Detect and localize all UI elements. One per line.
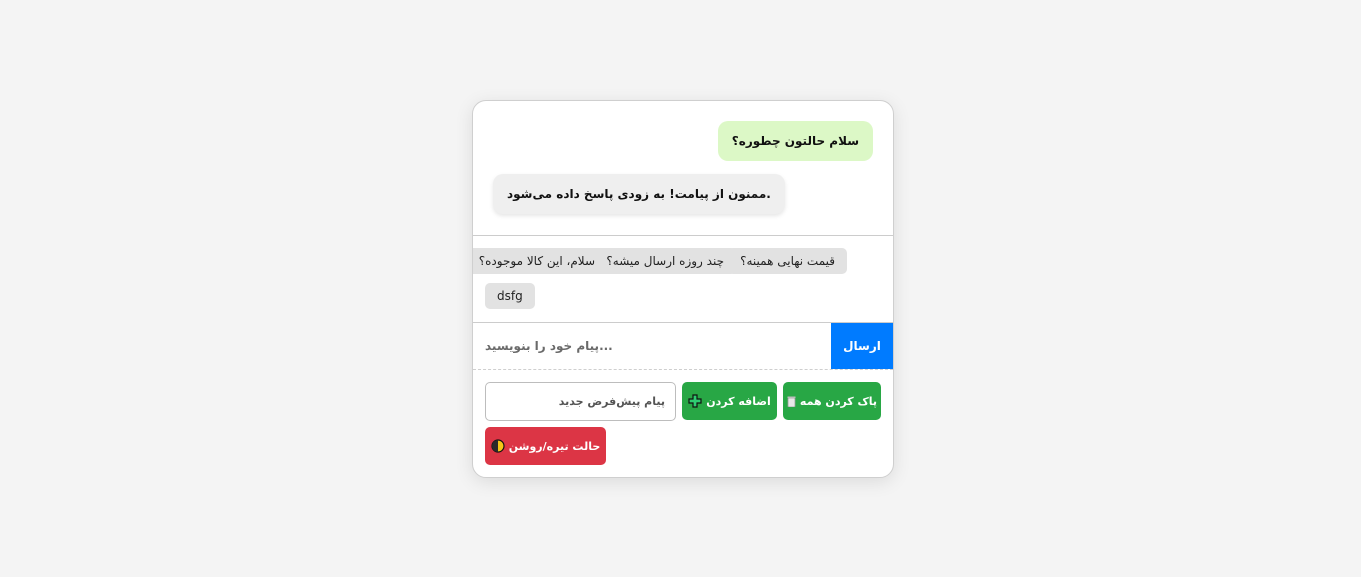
trash-icon xyxy=(787,396,796,407)
bot-message-bubble: .ممنون از پیامت! به زودی پاسخ داده می‌شو… xyxy=(493,174,785,214)
add-preset-button[interactable]: اضافه کردن xyxy=(682,382,777,420)
clear-all-button[interactable]: پاک کردن همه xyxy=(783,382,881,420)
quick-reply-chip[interactable]: قیمت نهایی همینه؟ xyxy=(728,248,847,274)
chat-widget: سلام حالتون چطوره؟ .ممنون از پیامت! به ز… xyxy=(472,100,894,478)
quick-reply-chip[interactable]: dsfg xyxy=(485,283,535,309)
composer: ارسال xyxy=(473,323,893,370)
quick-reply-bar: قیمت نهایی همینه؟ چند روزه ارسال میشه؟ س… xyxy=(473,236,893,323)
quick-reply-chip[interactable]: سلام، این کالا موجوده؟ xyxy=(473,248,607,274)
user-message-bubble: سلام حالتون چطوره؟ xyxy=(717,121,873,161)
theme-toggle-button[interactable]: حالت تیره/روشن xyxy=(485,427,606,465)
add-label: اضافه کردن xyxy=(706,394,771,408)
theme-toggle-label: حالت تیره/روشن xyxy=(508,439,601,453)
message-list: سلام حالتون چطوره؟ .ممنون از پیامت! به ز… xyxy=(473,101,893,236)
preset-controls: پاک کردن همه اضافه کردن حالت تیره/روشن xyxy=(473,370,893,477)
half-moon-icon xyxy=(491,439,505,453)
plus-icon xyxy=(688,394,702,408)
new-preset-input[interactable] xyxy=(485,382,676,421)
send-button[interactable]: ارسال xyxy=(831,323,893,369)
clear-all-label: پاک کردن همه xyxy=(799,394,878,408)
quick-reply-chip[interactable]: چند روزه ارسال میشه؟ xyxy=(594,248,736,274)
message-input[interactable] xyxy=(473,323,829,369)
